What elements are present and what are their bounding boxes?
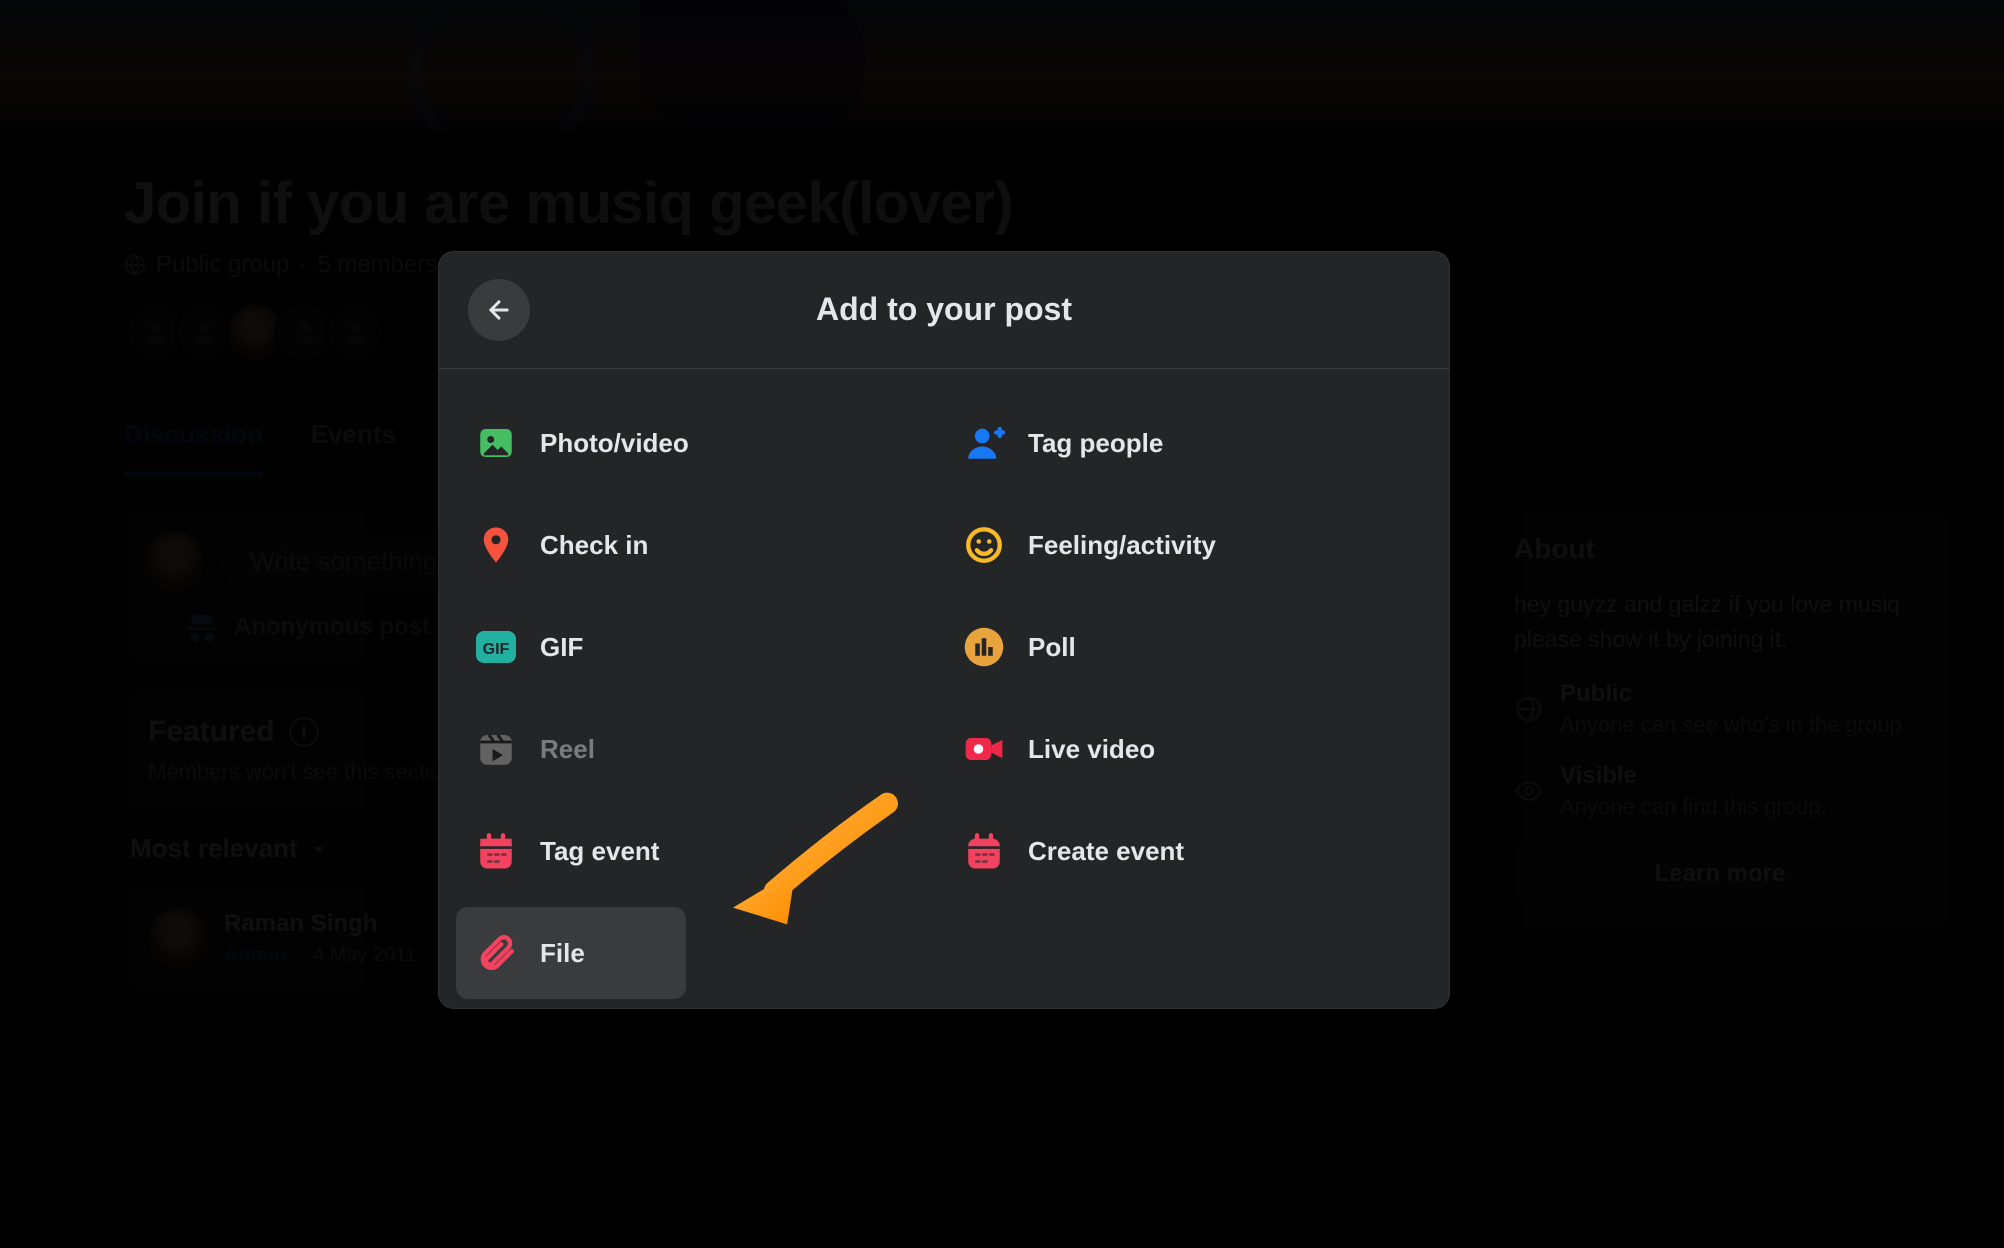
option-reel: Reel [456,703,944,795]
option-label: Photo/video [540,428,689,459]
poll-icon [962,625,1006,669]
option-photo-video[interactable]: Photo/video [456,397,944,489]
option-label: File [540,938,585,969]
option-label: Feeling/activity [1028,530,1216,561]
gif-icon: GIF [474,625,518,669]
option-label: Tag people [1028,428,1163,459]
calendar-icon [962,829,1006,873]
photo-video-icon [474,421,518,465]
back-button[interactable] [468,279,530,341]
option-check-in[interactable]: Check in [456,499,944,591]
svg-text:GIF: GIF [483,641,510,658]
option-label: Poll [1028,632,1076,663]
option-create-event[interactable]: Create event [944,805,1432,897]
option-label: Live video [1028,734,1155,765]
option-feeling-activity[interactable]: Feeling/activity [944,499,1432,591]
paperclip-icon [474,931,518,975]
smiley-icon [962,523,1006,567]
option-file[interactable]: File [456,907,686,999]
option-label: Reel [540,734,595,765]
option-label: GIF [540,632,583,663]
location-pin-icon [474,523,518,567]
calendar-icon [474,829,518,873]
option-gif[interactable]: GIF GIF [456,601,944,693]
modal-header: Add to your post [438,251,1450,369]
option-label: Create event [1028,836,1184,867]
tag-people-icon [962,421,1006,465]
live-video-icon [962,727,1006,771]
arrow-left-icon [485,296,513,324]
add-to-post-modal: Add to your post Photo/video Tag people … [438,251,1450,1009]
option-live-video[interactable]: Live video [944,703,1432,795]
option-label: Tag event [540,836,659,867]
option-tag-people[interactable]: Tag people [944,397,1432,489]
option-poll[interactable]: Poll [944,601,1432,693]
option-label: Check in [540,530,648,561]
option-tag-event[interactable]: Tag event [456,805,944,897]
options-grid: Photo/video Tag people Check in Feeling/… [438,369,1450,1009]
modal-title: Add to your post [816,291,1072,328]
reel-icon [474,727,518,771]
